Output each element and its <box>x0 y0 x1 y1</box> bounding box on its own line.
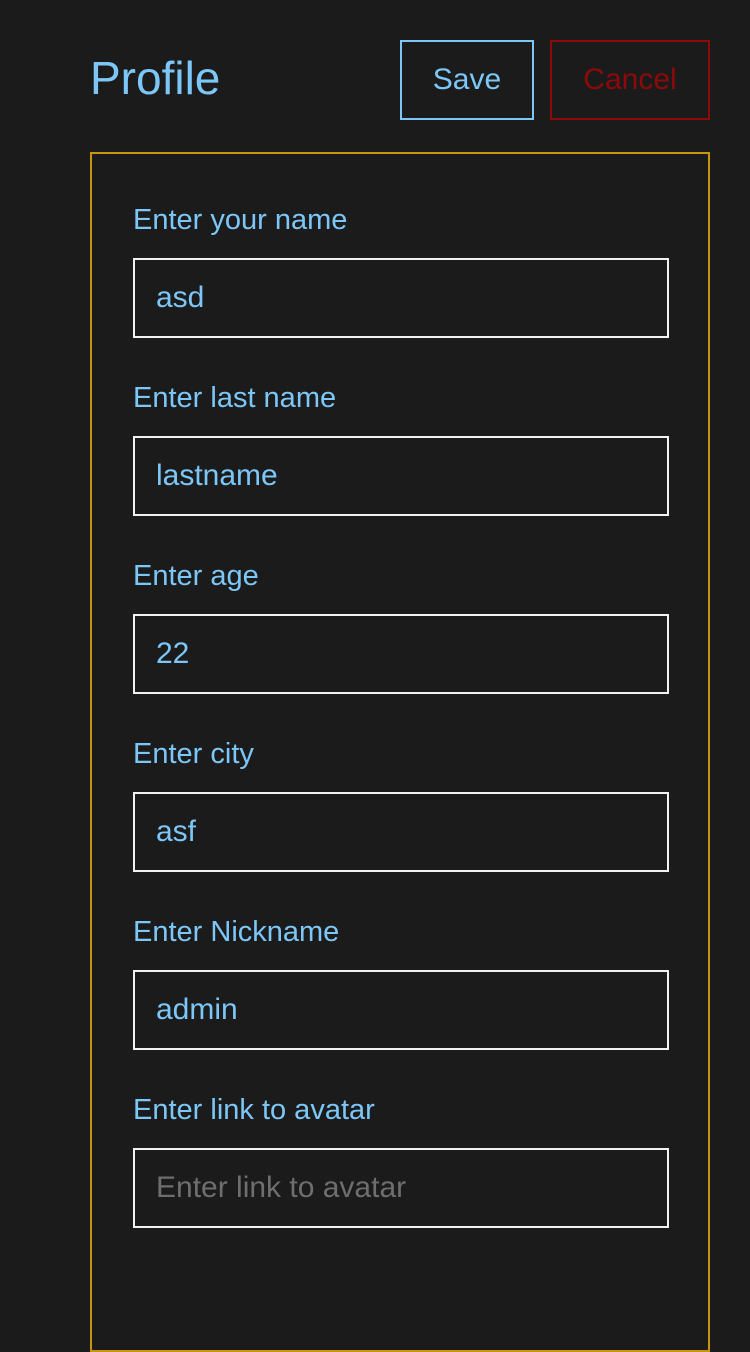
avatar-link-label: Enter link to avatar <box>133 1094 375 1126</box>
last-name-input[interactable] <box>133 436 669 516</box>
save-button[interactable]: Save <box>400 40 534 120</box>
nickname-label: Enter Nickname <box>133 916 340 948</box>
field-city: Enter city <box>133 734 669 872</box>
cancel-button[interactable]: Cancel <box>550 40 710 120</box>
name-input[interactable] <box>133 258 669 338</box>
profile-form: Enter your name Enter last name Enter ag… <box>90 152 710 1352</box>
page-title: Profile <box>90 52 221 104</box>
city-input[interactable] <box>133 792 669 872</box>
nickname-input[interactable] <box>133 970 669 1050</box>
avatar-link-input[interactable] <box>133 1148 669 1228</box>
field-avatar-link: Enter link to avatar <box>133 1090 669 1228</box>
age-label: Enter age <box>133 560 259 592</box>
name-label: Enter your name <box>133 204 348 236</box>
last-name-label: Enter last name <box>133 382 337 414</box>
city-label: Enter city <box>133 738 254 770</box>
field-last-name: Enter last name <box>133 378 669 516</box>
field-age: Enter age <box>133 556 669 694</box>
field-name: Enter your name <box>133 200 669 338</box>
field-nickname: Enter Nickname <box>133 912 669 1050</box>
age-input[interactable] <box>133 614 669 694</box>
